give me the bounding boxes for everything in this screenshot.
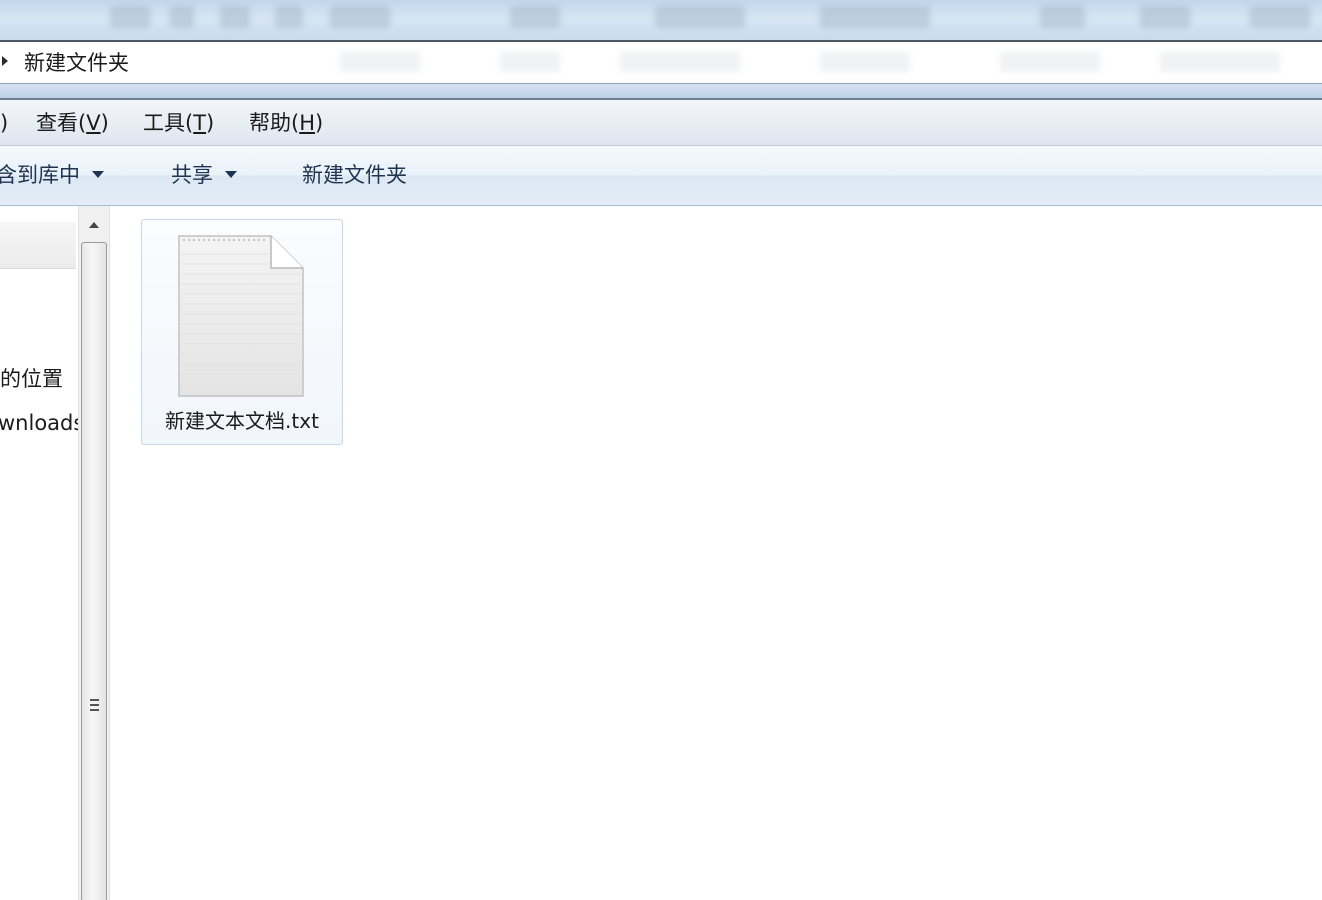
menu-bar: ) 查看(V) 工具(T) 帮助(H) (0, 100, 1322, 146)
menu-item-partial[interactable]: ) (0, 107, 8, 139)
explorer-window: 新建文件夹 ) 查看(V) 工具(T) 帮助(H) 含到库中 共享 新建文件夹 (0, 0, 1322, 900)
include-in-library-button[interactable]: 含到库中 (0, 158, 104, 192)
share-button[interactable]: 共享 (171, 158, 237, 192)
grip-icon (90, 699, 99, 713)
scrollbar-thumb[interactable] (81, 242, 107, 900)
file-item[interactable]: 新建文本文档.txt (141, 219, 343, 445)
command-bar: 含到库中 共享 新建文件夹 (0, 146, 1322, 206)
file-name-label: 新建文本文档.txt (165, 409, 319, 433)
breadcrumb-separator-icon[interactable] (2, 56, 8, 66)
nav-item-downloads[interactable]: wnloads (0, 408, 78, 438)
address-field[interactable]: 新建文件夹 (0, 42, 1322, 84)
breadcrumb-current-folder[interactable]: 新建文件夹 (24, 48, 129, 78)
nav-pane-scrollbar[interactable] (78, 206, 110, 900)
new-folder-button[interactable]: 新建文件夹 (302, 158, 407, 192)
window-glass-toolbar (0, 0, 1322, 42)
menu-item-tools[interactable]: 工具(T) (143, 107, 214, 139)
nav-item-places[interactable]: 的位置 (0, 364, 63, 394)
menu-item-help[interactable]: 帮助(H) (249, 107, 323, 139)
navigation-pane: 的位置 wnloads (0, 206, 78, 900)
chevron-down-icon (225, 170, 237, 178)
chevron-down-icon (92, 170, 104, 178)
file-list-area[interactable]: 新建文本文档.txt (110, 206, 1322, 900)
menu-item-view[interactable]: 查看(V) (36, 107, 109, 139)
nav-item-selected[interactable] (0, 222, 76, 269)
text-document-icon (178, 235, 304, 397)
address-bar[interactable]: 新建文件夹 (0, 42, 1322, 100)
scroll-up-arrow-icon[interactable] (83, 212, 105, 240)
address-bar-bottom-edge (0, 84, 1322, 100)
